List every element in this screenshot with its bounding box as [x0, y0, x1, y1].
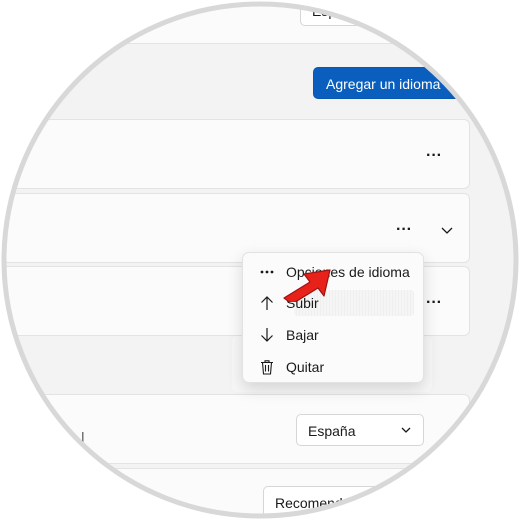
more-options-icon[interactable]: ··· [396, 222, 412, 238]
menu-item-move-down[interactable]: Bajar [249, 320, 417, 350]
language-card-1: ··· [0, 119, 470, 189]
top-language-select-value: Esp [312, 3, 337, 19]
chevron-down-icon [401, 427, 411, 433]
arrow-down-icon [261, 328, 273, 342]
settings-window: Esp Agregar un idioma ··· ··· ··· | Espa… [0, 0, 520, 520]
trash-icon [261, 360, 273, 375]
more-options-icon[interactable]: ··· [426, 148, 442, 164]
regional-format-select-value: Recomend [275, 495, 343, 511]
arrow-up-icon [261, 296, 273, 310]
menu-item-label: Quitar [286, 359, 325, 375]
annotation-arrow-icon [283, 269, 331, 302]
top-language-select[interactable]: Esp [300, 0, 420, 26]
row-label-fragment: | [81, 429, 85, 445]
add-language-button[interactable]: Agregar un idioma [313, 67, 463, 99]
more-dots-icon [260, 270, 274, 274]
region-select-value: España [308, 423, 356, 439]
add-language-button-label: Agregar un idioma [326, 76, 441, 92]
regional-format-select[interactable]: Recomend [263, 486, 443, 520]
chevron-down-icon[interactable] [440, 223, 454, 237]
menu-item-remove[interactable]: Quitar [249, 352, 417, 382]
region-select[interactable]: España [296, 414, 424, 446]
menu-item-label: Bajar [286, 327, 319, 343]
more-options-icon[interactable]: ··· [426, 295, 442, 311]
